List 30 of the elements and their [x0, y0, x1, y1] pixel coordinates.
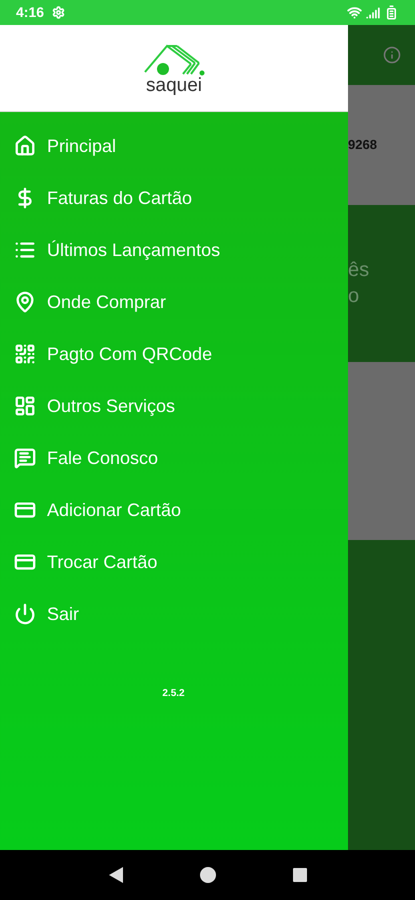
info-icon: [383, 46, 401, 64]
card-number: 9268: [348, 137, 377, 152]
signal-icon: [366, 6, 380, 20]
battery-icon: [384, 5, 399, 20]
menu-item[interactable]: Trocar Cartão: [0, 536, 348, 588]
home-button-icon[interactable]: [200, 867, 216, 883]
menu-item[interactable]: Fale Conosco: [0, 432, 348, 484]
menu-item[interactable]: Faturas do Cartão: [0, 172, 348, 224]
menu-item[interactable]: Pagto Com QRCode: [0, 328, 348, 380]
grid-icon: [14, 395, 36, 417]
version-text: 2.5.2: [162, 687, 185, 701]
home-icon: [14, 135, 36, 157]
menu-item[interactable]: Outros Serviços: [0, 380, 348, 432]
banner-text: o: [348, 284, 360, 309]
menu-item[interactable]: Sair: [0, 588, 348, 640]
map-pin-icon: [14, 291, 36, 313]
qr-code-icon: [14, 343, 36, 365]
wifi-icon: [347, 5, 362, 20]
power-icon: [14, 603, 36, 625]
menu-item[interactable]: Principal: [0, 120, 348, 172]
settings-icon: [52, 6, 66, 19]
menu-item[interactable]: Últimos Lançamentos: [0, 224, 348, 276]
back-icon[interactable]: [108, 867, 122, 883]
recents-icon[interactable]: [292, 868, 306, 882]
logo-text: saquei: [146, 76, 202, 94]
menu-item[interactable]: Adicionar Cartão: [0, 484, 348, 536]
banner-text: ês: [348, 258, 370, 283]
status-time: 4:16: [16, 3, 44, 22]
menu-item[interactable]: Onde Comprar: [0, 276, 348, 328]
chat-icon: [14, 447, 36, 469]
